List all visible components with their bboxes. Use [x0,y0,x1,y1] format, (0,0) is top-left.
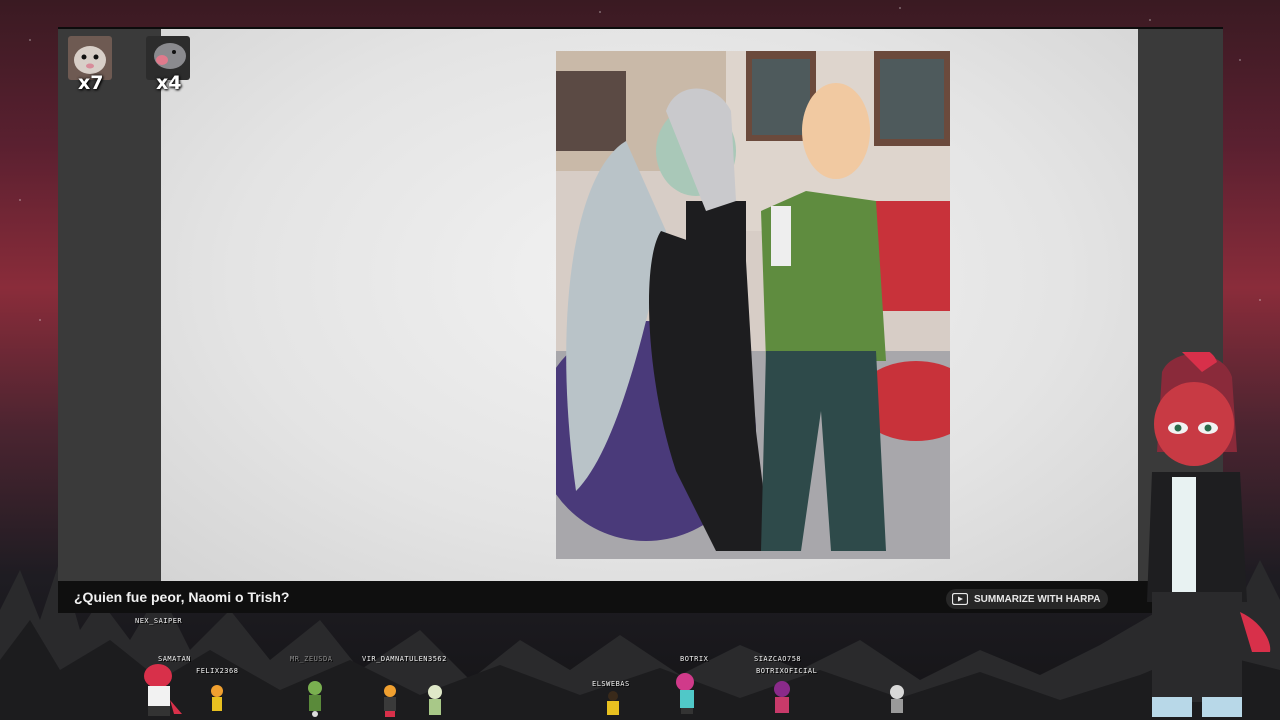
redeem-counter-1: x7 [68,36,112,94]
chatter-avatar [890,685,904,713]
chatter-avatar [428,685,442,715]
chatter-name: BOTRIXOFICIAL [756,667,818,675]
chatter-avatar [384,685,396,717]
chatter-avatar [676,673,694,714]
chatter-name: NEX_SAIPER [135,617,183,625]
chatter-avatar [774,681,790,713]
left-panel [58,29,161,581]
video-summary-icon [952,593,968,605]
chatter-name: VIR_DAMNATULEN3562 [362,655,447,663]
video-info-bar: ¿Quien fue peor, Naomi o Trish? SUMMARIZ… [58,581,1223,613]
illustration-image [556,51,950,559]
chatter-name: SIAZCAO758 [754,655,802,663]
vtuber-avatar [1147,352,1271,717]
redeem-counter-2: x4 [146,36,190,94]
chatter-avatar [308,681,322,717]
counter-2-label: x4 [156,72,182,94]
video-player[interactable]: ¿Quien fue peor, Naomi o Trish? SUMMARIZ… [58,27,1223,613]
chatter-name: FELIX2368 [196,667,239,675]
chatter-name: BOTRIX [680,655,709,663]
chatter-avatar [211,685,223,711]
video-title: ¿Quien fue peor, Naomi o Trish? [74,589,290,605]
summarize-label: SUMMARIZE WITH HARPA [974,593,1101,605]
chatter-name: ELSWEBAS [592,680,630,688]
chatter-avatar [607,691,619,715]
counter-1-label: x7 [78,72,104,94]
summarize-with-harpa-button[interactable]: SUMMARIZE WITH HARPA [946,589,1109,609]
chatter-avatar [144,664,182,716]
video-stage[interactable] [161,29,1138,581]
chatter-name: MR_ZEUSDA [290,655,333,663]
